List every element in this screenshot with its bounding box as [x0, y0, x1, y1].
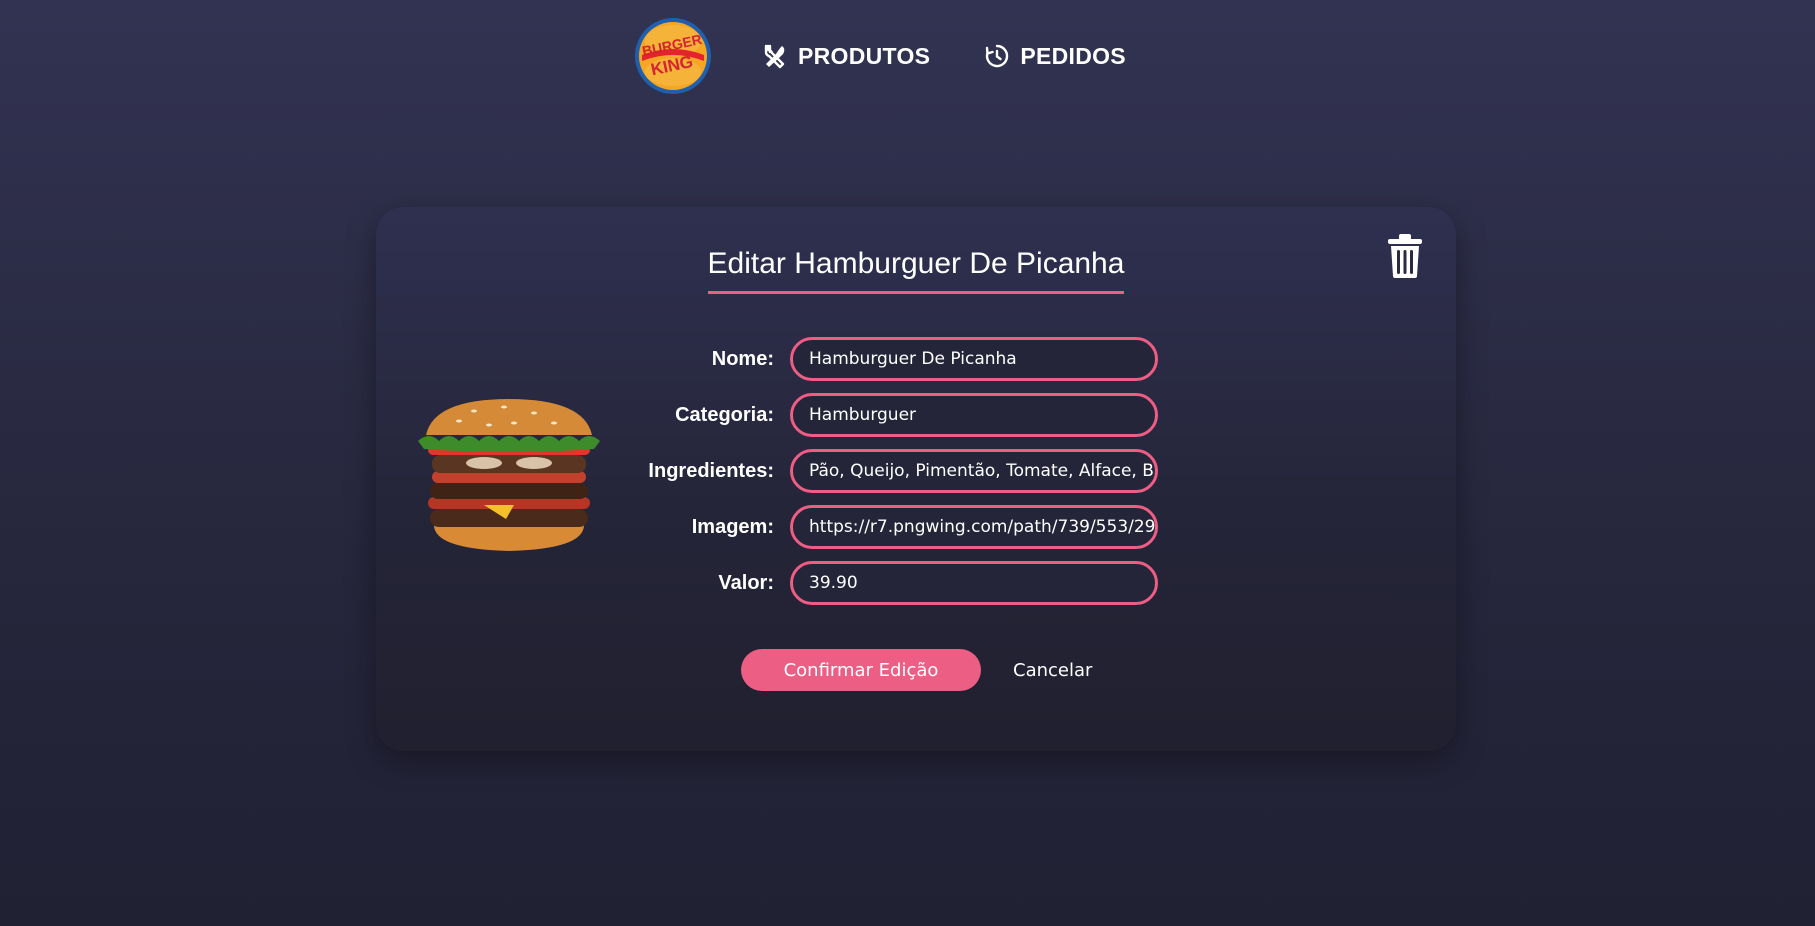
page-title-text: Editar Hamburguer De Picanha — [707, 247, 1125, 294]
burger-king-logo-graphic: BURGER KING — [635, 18, 711, 94]
edit-product-card: Editar Hamburguer De Picanha Nome: Hambu… — [376, 207, 1456, 751]
nav-label-produtos: PRODUTOS — [798, 42, 931, 69]
cancel-button[interactable]: Cancelar — [1013, 660, 1092, 681]
form-row-imagem: Imagem: https://r7.pngwing.com/path/739/… — [626, 505, 1158, 549]
categoria-input[interactable]: Hamburguer — [790, 393, 1158, 437]
imagem-label: Imagem: — [691, 515, 774, 538]
fork-knife-icon — [762, 43, 788, 69]
burger-king-logo[interactable]: BURGER KING — [634, 17, 712, 95]
nome-input[interactable]: Hamburguer De Picanha — [790, 337, 1158, 381]
ingredientes-input[interactable]: Pão, Queijo, Pimentão, Tomate, Alface, B… — [790, 449, 1158, 493]
form-row-nome: Nome: Hamburguer De Picanha — [626, 337, 1158, 381]
categoria-label: Categoria: — [675, 403, 774, 426]
main-nav: PRODUTOS PEDIDOS — [762, 43, 1126, 70]
page-title: Editar Hamburguer De Picanha — [376, 247, 1456, 294]
nav-item-produtos[interactable]: PRODUTOS — [762, 43, 930, 70]
nav-item-pedidos[interactable]: PEDIDOS — [984, 43, 1126, 70]
form-actions: Confirmar Edição Cancelar — [741, 649, 1092, 691]
valor-input[interactable]: 39.90 — [790, 561, 1158, 605]
ingredientes-label: Ingredientes: — [648, 459, 774, 482]
product-form: Nome: Hamburguer De Picanha Categoria: H… — [626, 337, 1158, 617]
imagem-input[interactable]: https://r7.pngwing.com/path/739/553/299 — [790, 505, 1158, 549]
valor-label: Valor: — [718, 571, 774, 594]
form-row-categoria: Categoria: Hamburguer — [626, 393, 1158, 437]
clock-history-icon — [984, 43, 1010, 69]
form-row-valor: Valor: 39.90 — [626, 561, 1158, 605]
nome-label: Nome: — [711, 347, 774, 370]
form-row-ingredientes: Ingredientes: Pão, Queijo, Pimentão, Tom… — [626, 449, 1158, 493]
confirm-edit-button[interactable]: Confirmar Edição — [741, 649, 981, 691]
nav-label-pedidos: PEDIDOS — [1020, 42, 1126, 69]
top-navigation: BURGER KING PRODUTOS PEDIDOS — [634, 14, 1126, 98]
hamburger-image — [414, 397, 604, 557]
